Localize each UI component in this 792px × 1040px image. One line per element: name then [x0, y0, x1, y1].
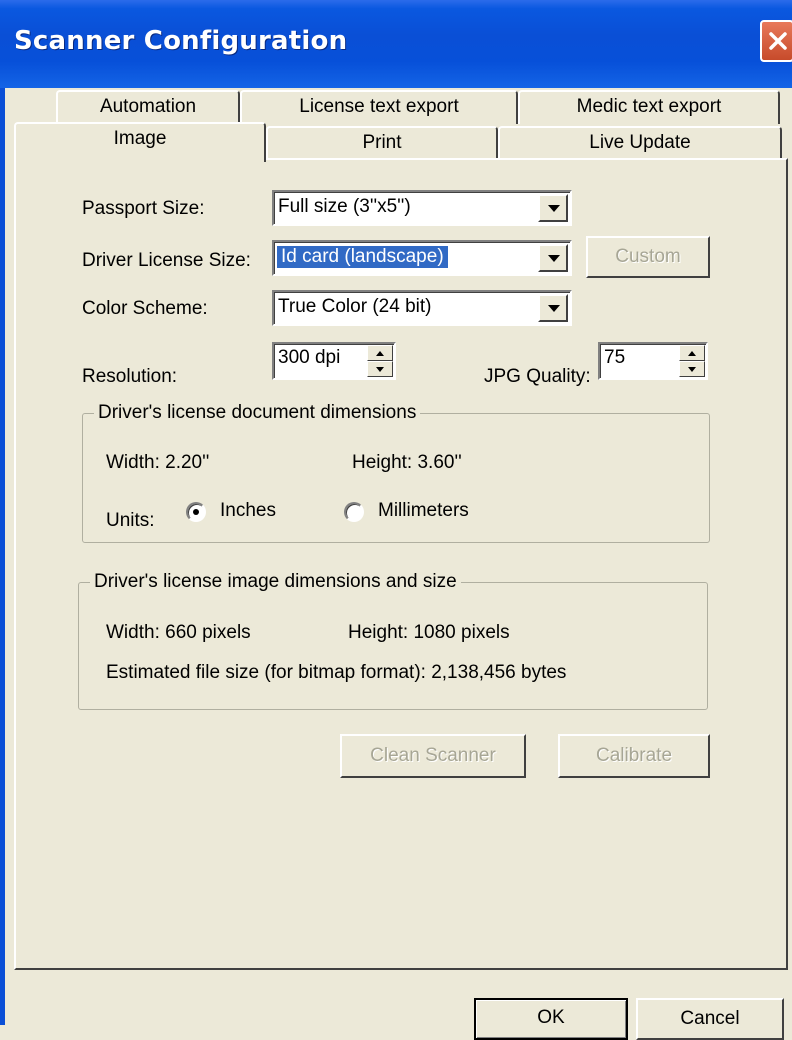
document-width-text: Width: 2.20'' — [106, 452, 210, 473]
radio-selected-dot — [193, 509, 199, 515]
driver-license-size-label: Driver License Size: — [82, 250, 251, 271]
chevron-down-icon — [548, 205, 560, 212]
window-frame-left — [0, 88, 5, 1025]
units-millimeters-label[interactable]: Millimeters — [378, 500, 469, 522]
jpg-quality-down-button[interactable] — [679, 361, 705, 377]
jpg-quality-up-button[interactable] — [679, 345, 705, 361]
tab-medic-text-export[interactable]: Medic text export — [518, 90, 780, 124]
resolution-value: 300 dpi — [278, 347, 341, 368]
driver-license-size-value: Id card (landscape) — [277, 246, 448, 268]
resolution-spinner[interactable]: 300 dpi — [272, 342, 396, 380]
tab-license-text-export[interactable]: License text export — [240, 90, 518, 124]
calibrate-label: Calibrate — [595, 745, 673, 766]
clean-scanner-label: Clean Scanner — [370, 745, 496, 766]
tab-print[interactable]: Print — [266, 126, 498, 160]
cancel-label: Cancel — [680, 1008, 740, 1029]
chevron-down-icon — [548, 255, 560, 262]
units-label: Units: — [106, 510, 155, 531]
resolution-label: Resolution: — [82, 366, 178, 387]
passport-size-select[interactable]: Full size (3''x5'') — [272, 190, 572, 226]
close-button[interactable] — [760, 20, 792, 62]
color-scheme-label: Color Scheme: — [82, 298, 208, 319]
document-dimensions-title: Driver's license document dimensions — [94, 402, 421, 424]
arrow-up-icon — [688, 351, 696, 356]
image-width-text: Width: 660 pixels — [106, 622, 251, 643]
color-scheme-dropdown-button[interactable] — [538, 294, 568, 322]
close-icon — [769, 32, 787, 50]
tab-live-update-label: Live Update — [589, 132, 691, 153]
units-inches-label[interactable]: Inches — [220, 500, 276, 522]
resolution-spin-buttons — [367, 345, 393, 377]
tab-print-label: Print — [362, 132, 402, 153]
jpg-quality-label: JPG Quality: — [484, 366, 591, 387]
custom-button-label: Custom — [615, 246, 681, 267]
driver-license-size-select[interactable]: Id card (landscape) — [272, 240, 572, 276]
color-scheme-select[interactable]: True Color (24 bit) — [272, 290, 572, 326]
image-tab-panel — [14, 158, 788, 970]
title-bar[interactable]: Scanner Configuration — [0, 0, 792, 88]
resolution-down-button[interactable] — [367, 361, 393, 377]
custom-button[interactable]: Custom — [586, 236, 710, 278]
passport-size-dropdown-button[interactable] — [538, 194, 568, 222]
document-height-text: Height: 3.60'' — [352, 452, 462, 473]
estimated-file-size-text: Estimated file size (for bitmap format):… — [106, 662, 567, 683]
arrow-down-icon — [376, 367, 384, 372]
units-millimeters-radio[interactable] — [344, 502, 364, 522]
arrow-down-icon — [688, 367, 696, 372]
units-inches-radio[interactable] — [186, 502, 206, 522]
jpg-quality-value: 75 — [604, 347, 626, 368]
jpg-quality-spinner[interactable]: 75 — [598, 342, 708, 380]
image-height-text: Height: 1080 pixels — [348, 622, 510, 643]
scanner-configuration-dialog: Scanner Configuration Automation License… — [0, 0, 792, 1040]
calibrate-button[interactable]: Calibrate — [558, 734, 710, 778]
jpg-quality-spin-buttons — [679, 345, 705, 377]
image-dimensions-title: Driver's license image dimensions and si… — [90, 571, 461, 593]
tab-image-label: Image — [113, 128, 167, 149]
passport-size-label: Passport Size: — [82, 198, 205, 219]
chevron-down-icon — [548, 305, 560, 312]
ok-button[interactable]: OK — [474, 998, 628, 1040]
passport-size-value: Full size (3''x5'') — [278, 196, 411, 217]
tab-image[interactable]: Image — [14, 122, 266, 162]
clean-scanner-button[interactable]: Clean Scanner — [340, 734, 526, 778]
arrow-up-icon — [376, 351, 384, 356]
tab-license-text-export-label: License text export — [299, 96, 459, 117]
window-title: Scanner Configuration — [14, 26, 348, 56]
driver-license-size-dropdown-button[interactable] — [538, 244, 568, 272]
tab-live-update[interactable]: Live Update — [498, 126, 782, 160]
document-dimensions-group — [82, 413, 710, 543]
image-dimensions-group — [78, 582, 708, 710]
tab-automation-label: Automation — [99, 96, 197, 117]
tab-automation[interactable]: Automation — [56, 90, 240, 124]
resolution-up-button[interactable] — [367, 345, 393, 361]
cancel-button[interactable]: Cancel — [636, 998, 784, 1040]
tab-medic-text-export-label: Medic text export — [576, 96, 722, 117]
color-scheme-value: True Color (24 bit) — [278, 296, 432, 317]
